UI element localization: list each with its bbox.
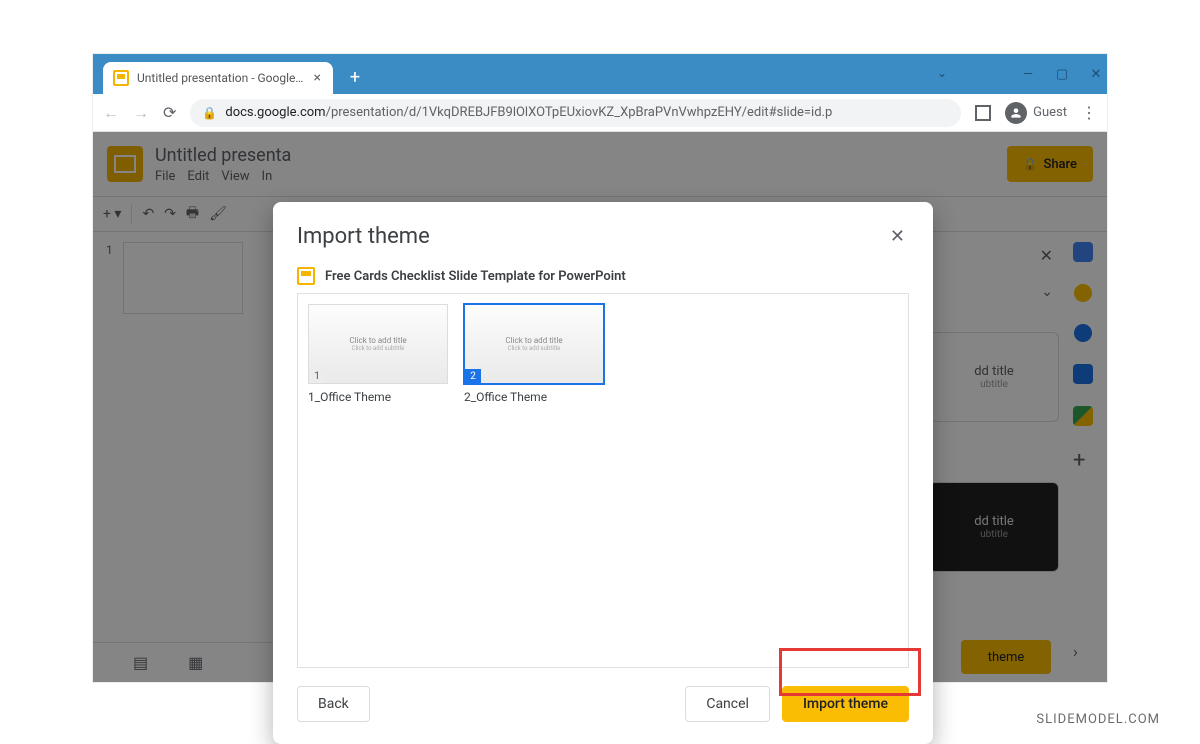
avatar-icon	[1005, 102, 1027, 124]
theme-index-badge: 1	[309, 369, 325, 383]
thumb-title-text: Click to add title	[349, 336, 406, 345]
maximize-icon[interactable]: ▢	[1055, 67, 1069, 82]
back-button[interactable]: Back	[297, 686, 370, 722]
cancel-button[interactable]: Cancel	[685, 686, 770, 722]
minimize-icon[interactable]: —	[1021, 67, 1035, 82]
omnibox[interactable]: 🔒 docs.google.com/presentation/d/1VkqDRE…	[190, 99, 961, 127]
screenshot-frame: Untitled presentation - Google Sl × + ⌄ …	[93, 54, 1107, 682]
close-tab-icon[interactable]: ×	[312, 71, 323, 85]
browser-address-bar: ← → ⟳ 🔒 docs.google.com/presentation/d/1…	[93, 94, 1107, 132]
tabstrip-chevron-icon[interactable]: ⌄	[937, 66, 947, 80]
slides-file-icon	[297, 267, 315, 285]
url-path: /presentation/d/1VkqDREBJFB9lOlXOTpEUxio…	[326, 105, 833, 120]
browser-tab[interactable]: Untitled presentation - Google Sl ×	[103, 62, 333, 94]
browser-menu-icon[interactable]: ⋮	[1081, 103, 1097, 122]
nav-back-icon[interactable]: ←	[103, 103, 119, 123]
import-theme-button[interactable]: Import theme	[782, 686, 909, 722]
source-file-row: Free Cards Checklist Slide Template for …	[273, 267, 933, 293]
thumb-sub-text: Click to add subtitle	[508, 345, 561, 352]
source-file-name: Free Cards Checklist Slide Template for …	[325, 269, 626, 284]
theme-option-1[interactable]: Click to add title Click to add subtitle…	[308, 304, 448, 657]
thumb-title-text: Click to add title	[505, 336, 562, 345]
theme-option-2[interactable]: Click to add title Click to add subtitle…	[464, 304, 604, 657]
window-controls: — ▢ ✕	[1021, 54, 1103, 94]
tab-title: Untitled presentation - Google Sl	[137, 71, 304, 85]
dialog-title: Import theme	[297, 224, 430, 249]
url-host: docs.google.com	[225, 105, 325, 120]
import-theme-dialog: Import theme ✕ Free Cards Checklist Slid…	[273, 202, 933, 744]
theme-thumbnail-selected: Click to add title Click to add subtitle…	[464, 304, 604, 384]
dialog-close-icon[interactable]: ✕	[886, 222, 909, 251]
slides-favicon-icon	[113, 70, 129, 86]
nav-forward-icon[interactable]: →	[133, 103, 149, 123]
profile-button[interactable]: Guest	[1005, 102, 1067, 124]
browser-titlebar: Untitled presentation - Google Sl × + ⌄ …	[93, 54, 1107, 94]
dialog-footer: Back Cancel Import theme	[273, 668, 933, 744]
theme-option-label: 2_Office Theme	[464, 390, 604, 404]
close-window-icon[interactable]: ✕	[1089, 67, 1103, 82]
install-app-icon[interactable]	[975, 105, 991, 121]
watermark-text: SLIDEMODEL.COM	[1036, 712, 1160, 727]
theme-thumbnail: Click to add title Click to add subtitle…	[308, 304, 448, 384]
thumb-sub-text: Click to add subtitle	[352, 345, 405, 352]
dialog-header: Import theme ✕	[273, 202, 933, 267]
theme-index-badge: 2	[465, 369, 481, 383]
lock-icon: 🔒	[202, 106, 217, 120]
profile-label: Guest	[1033, 105, 1067, 120]
slides-app: Untitled presenta File Edit View In 🔒 Sh…	[93, 132, 1107, 682]
browser-window: Untitled presentation - Google Sl × + ⌄ …	[93, 54, 1107, 682]
theme-grid: Click to add title Click to add subtitle…	[297, 293, 909, 668]
new-tab-button[interactable]: +	[341, 63, 369, 91]
theme-option-label: 1_Office Theme	[308, 390, 448, 404]
nav-reload-icon[interactable]: ⟳	[163, 103, 176, 122]
